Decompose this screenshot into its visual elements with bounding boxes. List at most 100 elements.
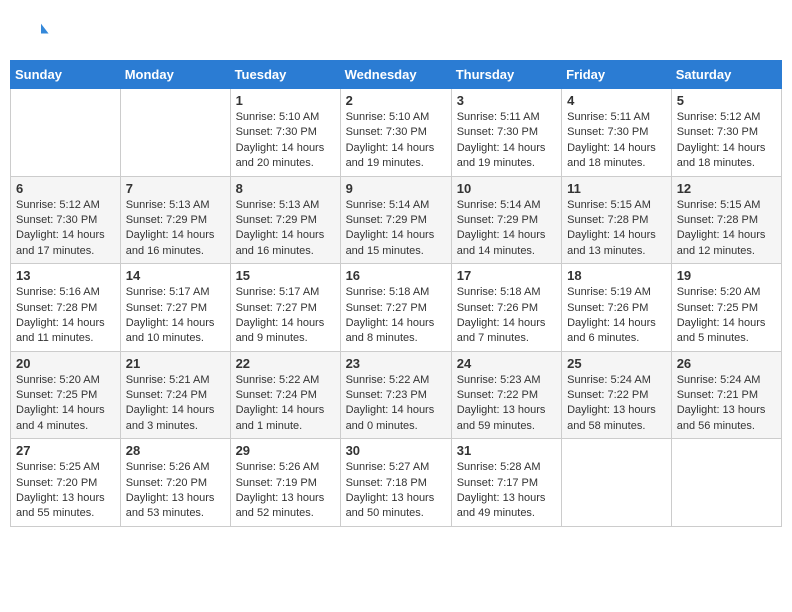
day-info: Sunrise: 5:28 AM Sunset: 7:17 PM Dayligh… <box>457 460 556 522</box>
calendar-cell <box>120 89 230 177</box>
day-number: 15 <box>236 268 335 283</box>
calendar-cell: 12Sunrise: 5:15 AM Sunset: 7:28 PM Dayli… <box>671 176 781 264</box>
day-info: Sunrise: 5:17 AM Sunset: 7:27 PM Dayligh… <box>126 285 225 347</box>
day-number: 27 <box>16 443 115 458</box>
calendar-cell: 1Sunrise: 5:10 AM Sunset: 7:30 PM Daylig… <box>230 89 340 177</box>
day-info: Sunrise: 5:11 AM Sunset: 7:30 PM Dayligh… <box>457 110 556 172</box>
day-number: 25 <box>567 356 666 371</box>
calendar-cell: 21 Sunrise: 5:21 AM Sunset: 7:24 PM Dayli… <box>120 351 230 439</box>
day-info: Sunrise: 5:25 AM Sunset: 7:20 PM Dayligh… <box>16 460 115 522</box>
day-number: 13 <box>16 268 115 283</box>
calendar-week-row: 20 Sunrise: 5:20 AM Sunset: 7:25 PM Dayli… <box>11 351 782 439</box>
day-number: 28 <box>126 443 225 458</box>
day-number: 10 <box>457 181 556 196</box>
calendar-cell: 24 Sunrise: 5:23 AM Sunset: 7:22 PM Dayli… <box>451 351 561 439</box>
day-info: Sunrise: 5:24 AM Sunset: 7:21 PM Dayligh… <box>677 373 776 435</box>
day-number: 16 <box>346 268 446 283</box>
page-header <box>10 10 782 55</box>
day-info: Sunrise: 5:10 AM Sunset: 7:30 PM Dayligh… <box>236 110 335 172</box>
calendar-cell: 17Sunrise: 5:18 AM Sunset: 7:26 PM Dayli… <box>451 264 561 352</box>
day-number: 29 <box>236 443 335 458</box>
calendar-cell: 28Sunrise: 5:26 AM Sunset: 7:20 PM Dayli… <box>120 439 230 527</box>
calendar-cell: 13 Sunrise: 5:16 AM Sunset: 7:28 PM Dayli… <box>11 264 121 352</box>
calendar-cell: 7 Sunrise: 5:13 AM Sunset: 7:29 PM Daylig… <box>120 176 230 264</box>
day-number: 3 <box>457 93 556 108</box>
day-header-tuesday: Tuesday <box>230 61 340 89</box>
day-info: Sunrise: 5:19 AM Sunset: 7:26 PM Dayligh… <box>567 285 666 347</box>
day-info: Sunrise: 5:24 AM Sunset: 7:22 PM Dayligh… <box>567 373 666 435</box>
day-header-monday: Monday <box>120 61 230 89</box>
calendar-cell: 16 Sunrise: 5:18 AM Sunset: 7:27 PM Dayli… <box>340 264 451 352</box>
day-number: 31 <box>457 443 556 458</box>
calendar-cell: 2 Sunrise: 5:10 AM Sunset: 7:30 PM Daylig… <box>340 89 451 177</box>
calendar-cell: 27 Sunrise: 5:25 AM Sunset: 7:20 PM Dayli… <box>11 439 121 527</box>
day-info: Sunrise: 5:23 AM Sunset: 7:22 PM Dayligh… <box>457 373 556 435</box>
day-info: Sunrise: 5:27 AM Sunset: 7:18 PM Dayligh… <box>346 460 446 522</box>
day-info: Sunrise: 5:22 AM Sunset: 7:23 PM Dayligh… <box>346 373 446 435</box>
calendar-cell: 15 Sunrise: 5:17 AM Sunset: 7:27 PM Dayli… <box>230 264 340 352</box>
day-number: 8 <box>236 181 335 196</box>
day-header-friday: Friday <box>562 61 672 89</box>
day-number: 9 <box>346 181 446 196</box>
calendar-table: SundayMondayTuesdayWednesdayThursdayFrid… <box>10 60 782 527</box>
calendar-cell: 4Sunrise: 5:11 AM Sunset: 7:30 PM Daylig… <box>562 89 672 177</box>
day-info: Sunrise: 5:13 AM Sunset: 7:29 PM Dayligh… <box>126 198 225 260</box>
day-header-thursday: Thursday <box>451 61 561 89</box>
day-number: 18 <box>567 268 666 283</box>
day-info: Sunrise: 5:18 AM Sunset: 7:26 PM Dayligh… <box>457 285 556 347</box>
day-number: 11 <box>567 181 666 196</box>
day-info: Sunrise: 5:11 AM Sunset: 7:30 PM Dayligh… <box>567 110 666 172</box>
calendar-week-row: 27 Sunrise: 5:25 AM Sunset: 7:20 PM Dayli… <box>11 439 782 527</box>
calendar-cell: 19Sunrise: 5:20 AM Sunset: 7:25 PM Dayli… <box>671 264 781 352</box>
day-info: Sunrise: 5:15 AM Sunset: 7:28 PM Dayligh… <box>677 198 776 260</box>
calendar-cell: 20 Sunrise: 5:20 AM Sunset: 7:25 PM Dayli… <box>11 351 121 439</box>
day-number: 22 <box>236 356 335 371</box>
day-header-sunday: Sunday <box>11 61 121 89</box>
day-number: 30 <box>346 443 446 458</box>
day-info: Sunrise: 5:26 AM Sunset: 7:19 PM Dayligh… <box>236 460 335 522</box>
day-info: Sunrise: 5:14 AM Sunset: 7:29 PM Dayligh… <box>346 198 446 260</box>
calendar-header-row: SundayMondayTuesdayWednesdayThursdayFrid… <box>11 61 782 89</box>
calendar-cell: 18 Sunrise: 5:19 AM Sunset: 7:26 PM Dayli… <box>562 264 672 352</box>
calendar-cell <box>671 439 781 527</box>
day-info: Sunrise: 5:10 AM Sunset: 7:30 PM Dayligh… <box>346 110 446 172</box>
day-number: 7 <box>126 181 225 196</box>
day-info: Sunrise: 5:12 AM Sunset: 7:30 PM Dayligh… <box>16 198 115 260</box>
day-header-saturday: Saturday <box>671 61 781 89</box>
calendar-cell: 10 Sunrise: 5:14 AM Sunset: 7:29 PM Dayli… <box>451 176 561 264</box>
day-info: Sunrise: 5:15 AM Sunset: 7:28 PM Dayligh… <box>567 198 666 260</box>
calendar-cell: 26Sunrise: 5:24 AM Sunset: 7:21 PM Dayli… <box>671 351 781 439</box>
calendar-cell: 8 Sunrise: 5:13 AM Sunset: 7:29 PM Daylig… <box>230 176 340 264</box>
day-info: Sunrise: 5:22 AM Sunset: 7:24 PM Dayligh… <box>236 373 335 435</box>
logo-icon <box>20 20 50 50</box>
calendar-week-row: 13 Sunrise: 5:16 AM Sunset: 7:28 PM Dayli… <box>11 264 782 352</box>
calendar-cell: 11 Sunrise: 5:15 AM Sunset: 7:28 PM Dayli… <box>562 176 672 264</box>
day-info: Sunrise: 5:18 AM Sunset: 7:27 PM Dayligh… <box>346 285 446 347</box>
day-info: Sunrise: 5:17 AM Sunset: 7:27 PM Dayligh… <box>236 285 335 347</box>
day-info: Sunrise: 5:21 AM Sunset: 7:24 PM Dayligh… <box>126 373 225 435</box>
calendar-cell: 3 Sunrise: 5:11 AM Sunset: 7:30 PM Daylig… <box>451 89 561 177</box>
day-number: 21 <box>126 356 225 371</box>
calendar-week-row: 6 Sunrise: 5:12 AM Sunset: 7:30 PM Daylig… <box>11 176 782 264</box>
calendar-cell <box>562 439 672 527</box>
day-number: 19 <box>677 268 776 283</box>
day-header-wednesday: Wednesday <box>340 61 451 89</box>
day-number: 20 <box>16 356 115 371</box>
calendar-cell: 31 Sunrise: 5:28 AM Sunset: 7:17 PM Dayli… <box>451 439 561 527</box>
calendar-cell: 5 Sunrise: 5:12 AM Sunset: 7:30 PM Daylig… <box>671 89 781 177</box>
day-info: Sunrise: 5:12 AM Sunset: 7:30 PM Dayligh… <box>677 110 776 172</box>
calendar-cell <box>11 89 121 177</box>
day-info: Sunrise: 5:16 AM Sunset: 7:28 PM Dayligh… <box>16 285 115 347</box>
day-info: Sunrise: 5:13 AM Sunset: 7:29 PM Dayligh… <box>236 198 335 260</box>
calendar-cell: 6 Sunrise: 5:12 AM Sunset: 7:30 PM Daylig… <box>11 176 121 264</box>
day-number: 5 <box>677 93 776 108</box>
day-number: 6 <box>16 181 115 196</box>
calendar-cell: 25 Sunrise: 5:24 AM Sunset: 7:22 PM Dayli… <box>562 351 672 439</box>
logo <box>20 20 55 50</box>
calendar-cell: 14Sunrise: 5:17 AM Sunset: 7:27 PM Dayli… <box>120 264 230 352</box>
day-number: 24 <box>457 356 556 371</box>
day-number: 23 <box>346 356 446 371</box>
day-info: Sunrise: 5:14 AM Sunset: 7:29 PM Dayligh… <box>457 198 556 260</box>
day-number: 2 <box>346 93 446 108</box>
day-info: Sunrise: 5:20 AM Sunset: 7:25 PM Dayligh… <box>16 373 115 435</box>
